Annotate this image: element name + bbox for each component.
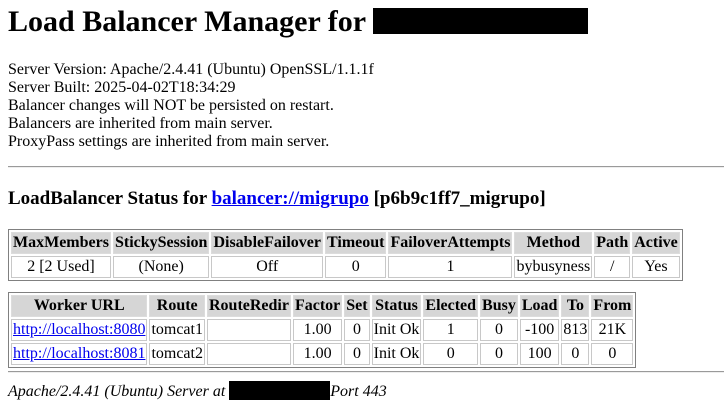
- balancer-status-table: MaxMembers StickySession DisableFailover…: [8, 229, 683, 281]
- redacted-hostname-block: [373, 8, 589, 34]
- server-signature-port: Port 443: [330, 383, 387, 400]
- from-cell: 0: [591, 343, 634, 365]
- server-signature-prefix: Apache/2.4.41 (Ubuntu) Server at: [8, 383, 226, 400]
- column-header: From: [591, 295, 634, 317]
- route-cell: tomcat2: [149, 343, 205, 365]
- column-header: Path: [594, 232, 631, 254]
- page-title-text: Load Balancer Manager for: [8, 5, 367, 38]
- table-row: http://localhost:8081 tomcat2 1.00 0 Ini…: [11, 343, 634, 365]
- worker-url-link[interactable]: http://localhost:8081: [13, 345, 145, 362]
- active-cell: Yes: [632, 256, 680, 278]
- worker-url-cell: http://localhost:8081: [11, 343, 148, 365]
- column-header: Set: [344, 295, 370, 317]
- busy-cell: 0: [480, 319, 518, 341]
- balancer-status-heading: LoadBalancer Status for balancer://migru…: [8, 187, 546, 211]
- worker-url-cell: http://localhost:8080: [11, 319, 148, 341]
- column-header: Factor: [292, 295, 343, 317]
- redacted-host-block: [229, 381, 331, 400]
- factor-cell: 1.00: [292, 319, 343, 341]
- persist-notice: Balancer changes will NOT be persisted o…: [8, 97, 334, 114]
- balancer-link[interactable]: balancer://migrupo: [212, 188, 369, 209]
- column-header: Timeout: [324, 232, 387, 254]
- table-row: http://localhost:8080 tomcat1 1.00 0 Ini…: [11, 319, 634, 341]
- column-header: To: [561, 295, 590, 317]
- path-cell: /: [594, 256, 631, 278]
- column-header: Load: [519, 295, 560, 317]
- to-cell: 0: [561, 343, 590, 365]
- busy-cell: 0: [480, 343, 518, 365]
- column-header: FailoverAttempts: [388, 232, 513, 254]
- server-info: Server Version: Apache/2.4.41 (Ubuntu) O…: [8, 61, 374, 151]
- server-version: Server Version: Apache/2.4.41 (Ubuntu) O…: [8, 61, 374, 78]
- column-header: Status: [371, 295, 422, 317]
- factor-cell: 1.00: [292, 343, 343, 365]
- page-title: Load Balancer Manager for: [8, 5, 589, 39]
- route-redir-cell: [206, 343, 291, 365]
- server-signature: Apache/2.4.41 (Ubuntu) Server at Port 44…: [8, 381, 387, 402]
- divider: [8, 371, 724, 373]
- proxypass-inherited-notice: ProxyPass settings are inherited from ma…: [8, 133, 330, 150]
- set-cell: 0: [344, 343, 370, 365]
- max-members-cell: 2 [2 Used]: [11, 256, 111, 278]
- set-cell: 0: [344, 319, 370, 341]
- column-header: StickySession: [112, 232, 210, 254]
- route-cell: tomcat1: [149, 319, 205, 341]
- load-cell: -100: [519, 319, 560, 341]
- balancer-status-prefix: LoadBalancer Status for: [8, 188, 207, 209]
- load-cell: 100: [519, 343, 560, 365]
- balancer-id: [p6b9c1ff7_migrupo]: [373, 188, 546, 209]
- worker-url-link[interactable]: http://localhost:8080: [13, 321, 145, 338]
- disable-failover-cell: Off: [211, 256, 323, 278]
- column-header: Method: [514, 232, 593, 254]
- balancers-inherited-notice: Balancers are inherited from main server…: [8, 115, 273, 132]
- table-row: 2 [2 Used] (None) Off 0 1 bybusyness / Y…: [11, 256, 680, 278]
- method-cell: bybusyness: [514, 256, 593, 278]
- server-built: Server Built: 2025-04-02T18:34:29: [8, 79, 236, 96]
- workers-table: Worker URL Route RouteRedir Factor Set S…: [8, 292, 637, 368]
- column-header: Busy: [480, 295, 518, 317]
- column-header: Route: [149, 295, 205, 317]
- table-header-row: Worker URL Route RouteRedir Factor Set S…: [11, 295, 634, 317]
- column-header: RouteRedir: [206, 295, 291, 317]
- divider: [8, 166, 724, 168]
- route-redir-cell: [206, 319, 291, 341]
- sticky-session-cell: (None): [112, 256, 210, 278]
- column-header: DisableFailover: [211, 232, 323, 254]
- failover-attempts-cell: 1: [388, 256, 513, 278]
- elected-cell: 1: [423, 319, 479, 341]
- from-cell: 21K: [591, 319, 634, 341]
- column-header: Worker URL: [11, 295, 148, 317]
- table-header-row: MaxMembers StickySession DisableFailover…: [11, 232, 680, 254]
- status-cell: Init Ok: [371, 319, 422, 341]
- column-header: Active: [632, 232, 680, 254]
- column-header: MaxMembers: [11, 232, 111, 254]
- status-cell: Init Ok: [371, 343, 422, 365]
- timeout-cell: 0: [324, 256, 387, 278]
- to-cell: 813: [561, 319, 590, 341]
- column-header: Elected: [423, 295, 479, 317]
- elected-cell: 0: [423, 343, 479, 365]
